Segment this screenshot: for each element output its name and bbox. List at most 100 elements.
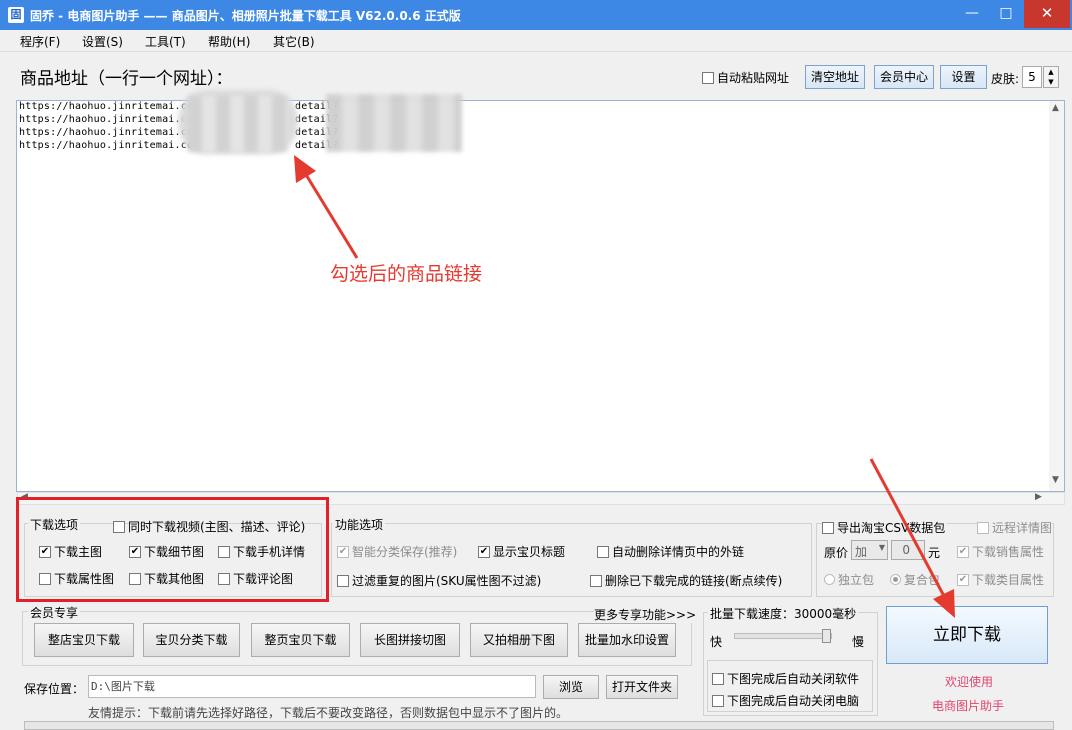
- long-image-button[interactable]: 长图拼接切图: [360, 623, 460, 657]
- spin-down-icon[interactable]: ▼: [1044, 77, 1058, 87]
- page-download-button[interactable]: 整页宝贝下载: [251, 623, 350, 657]
- skin-label: 皮肤:: [991, 72, 1020, 86]
- shutdown-option[interactable]: 下图完成后自动关闭电脑: [712, 692, 859, 709]
- shutdown-checkbox[interactable]: [712, 695, 724, 707]
- show-title-label: 显示宝贝标题: [493, 545, 566, 559]
- smart-save-option[interactable]: 智能分类保存(推荐): [337, 543, 457, 560]
- settings-button[interactable]: 设置: [940, 65, 987, 89]
- shutdown-label: 下图完成后自动关闭电脑: [727, 694, 860, 708]
- combined-option[interactable]: 复合包: [890, 571, 940, 588]
- price-unit: 元: [928, 546, 941, 560]
- url-line: https://haohuo.jinritemai.co: [19, 127, 194, 138]
- remove-links-label: 自动删除详情页中的外链: [612, 545, 745, 559]
- status-bar: [24, 721, 1054, 730]
- welcome-line-1: 欢迎使用: [945, 675, 994, 689]
- price-op-select[interactable]: 加 ▼: [851, 540, 888, 560]
- auto-paste-option[interactable]: 自动粘贴网址: [702, 69, 789, 86]
- function-options-title: 功能选项: [333, 516, 386, 533]
- menu-tools[interactable]: 工具(T): [145, 33, 186, 50]
- window-title: 固乔 - 电商图片助手 —— 商品图片、相册照片批量下载工具 V62.0.0.6…: [30, 9, 461, 23]
- close-app-option[interactable]: 下图完成后自动关闭软件: [712, 670, 859, 687]
- vertical-scrollbar[interactable]: ▲ ▼: [1049, 101, 1064, 491]
- close-button[interactable]: ✕: [1024, 0, 1070, 28]
- tip-text: 友情提示：下载前请先选择好路径，下载后不要改变路径，否则数据包中显示不了图片的。: [88, 706, 569, 720]
- skin-value-field[interactable]: 5: [1022, 66, 1042, 88]
- filter-duplicates-label: 过滤重复的图片(SKU属性图不过滤): [352, 574, 542, 588]
- remove-links-checkbox[interactable]: [597, 546, 609, 558]
- scroll-right-icon[interactable]: ▶: [1035, 492, 1042, 502]
- menu-settings[interactable]: 设置(S): [82, 33, 123, 50]
- speed-slow-label: 慢: [852, 635, 865, 649]
- minimize-button[interactable]: —: [955, 0, 989, 28]
- speed-panel-title: 批量下载速度：30000毫秒: [708, 605, 859, 622]
- maximize-button[interactable]: □: [989, 0, 1023, 28]
- download-now-button[interactable]: 立即下载: [886, 606, 1048, 664]
- combined-label: 复合包: [904, 573, 941, 587]
- close-app-checkbox[interactable]: [712, 673, 724, 685]
- remove-links-option[interactable]: 自动删除详情页中的外链: [597, 543, 744, 560]
- url-line: https://haohuo.jinritemai.co: [19, 140, 194, 151]
- export-csv-checkbox[interactable]: [822, 522, 834, 534]
- annotation-text: 勾选后的商品链接: [330, 263, 483, 285]
- more-features-link[interactable]: 更多专享功能>>>: [594, 606, 697, 623]
- save-location-label: 保存位置：: [24, 682, 85, 696]
- delete-done-label: 删除已下载完成的链接(断点续传): [605, 574, 783, 588]
- standalone-radio[interactable]: [824, 574, 835, 585]
- show-title-checkbox[interactable]: [478, 546, 490, 558]
- url-line: https://haohuo.jinritemai.co: [19, 101, 194, 112]
- auto-paste-label: 自动粘贴网址: [717, 71, 790, 85]
- remote-detail-checkbox[interactable]: [977, 522, 989, 534]
- remote-detail-option[interactable]: 远程详情图: [977, 519, 1053, 536]
- auto-paste-checkbox[interactable]: [702, 72, 714, 84]
- price-label: 原价: [824, 546, 849, 560]
- app-icon: 固: [8, 7, 24, 23]
- save-path-input[interactable]: D:\图片下载: [88, 675, 536, 698]
- shop-download-button[interactable]: 整店宝贝下载: [34, 623, 134, 657]
- close-app-label: 下图完成后自动关闭软件: [727, 672, 860, 686]
- skin-spinner[interactable]: ▲ ▼: [1043, 66, 1059, 88]
- watermark-settings-button[interactable]: 批量加水印设置: [578, 623, 676, 657]
- category-attr-option[interactable]: 下载类目属性: [957, 571, 1044, 588]
- show-title-option[interactable]: 显示宝贝标题: [478, 543, 565, 560]
- youpai-album-button[interactable]: 又拍相册下图: [470, 623, 568, 657]
- price-value-field[interactable]: 0: [891, 540, 925, 560]
- category-attr-checkbox[interactable]: [957, 574, 969, 586]
- speed-slider-track[interactable]: [734, 633, 832, 639]
- browse-button[interactable]: 浏览: [543, 675, 599, 699]
- sales-attr-option[interactable]: 下载销售属性: [957, 543, 1044, 560]
- menu-help[interactable]: 帮助(H): [208, 33, 250, 50]
- sales-attr-checkbox[interactable]: [957, 546, 969, 558]
- menu-program[interactable]: 程序(F): [20, 33, 60, 50]
- member-panel-title: 会员专享: [28, 604, 81, 621]
- chevron-down-icon: ▼: [878, 543, 885, 552]
- url-panel-title: 商品地址（一行一个网址）：: [20, 69, 233, 89]
- speed-fast-label: 快: [710, 635, 723, 649]
- standalone-label: 独立包: [838, 573, 875, 587]
- url-textarea[interactable]: https://haohuo.jinritemai.co https://hao…: [16, 100, 1065, 492]
- member-center-button[interactable]: 会员中心: [874, 65, 934, 89]
- export-csv-option[interactable]: 导出淘宝CSV数据包: [822, 519, 948, 536]
- redaction-mosaic: [326, 94, 462, 152]
- filter-duplicates-option[interactable]: 过滤重复的图片(SKU属性图不过滤): [337, 572, 541, 589]
- redaction-mosaic: [188, 96, 288, 152]
- scroll-down-icon[interactable]: ▼: [1052, 475, 1059, 485]
- speed-slider-thumb[interactable]: [822, 629, 832, 643]
- category-download-button[interactable]: 宝贝分类下载: [143, 623, 240, 657]
- title-bar: 固 固乔 - 电商图片助手 —— 商品图片、相册照片批量下载工具 V62.0.0…: [0, 0, 1072, 30]
- menu-other[interactable]: 其它(B): [273, 33, 315, 50]
- scroll-up-icon[interactable]: ▲: [1052, 103, 1059, 113]
- open-folder-button[interactable]: 打开文件夹: [606, 675, 678, 699]
- welcome-line-2: 电商图片助手: [932, 699, 1005, 713]
- smart-save-label: 智能分类保存(推荐): [352, 545, 458, 559]
- delete-done-checkbox[interactable]: [590, 575, 602, 587]
- delete-done-option[interactable]: 删除已下载完成的链接(断点续传): [590, 572, 782, 589]
- category-attr-label: 下载类目属性: [972, 573, 1045, 587]
- remote-detail-label: 远程详情图: [992, 521, 1053, 535]
- combined-radio[interactable]: [890, 574, 901, 585]
- export-csv-label: 导出淘宝CSV数据包: [837, 521, 946, 535]
- filter-duplicates-checkbox[interactable]: [337, 575, 349, 587]
- smart-save-checkbox[interactable]: [337, 546, 349, 558]
- standalone-option[interactable]: 独立包: [824, 571, 874, 588]
- spin-up-icon[interactable]: ▲: [1044, 67, 1058, 77]
- clear-urls-button[interactable]: 清空地址: [805, 65, 865, 89]
